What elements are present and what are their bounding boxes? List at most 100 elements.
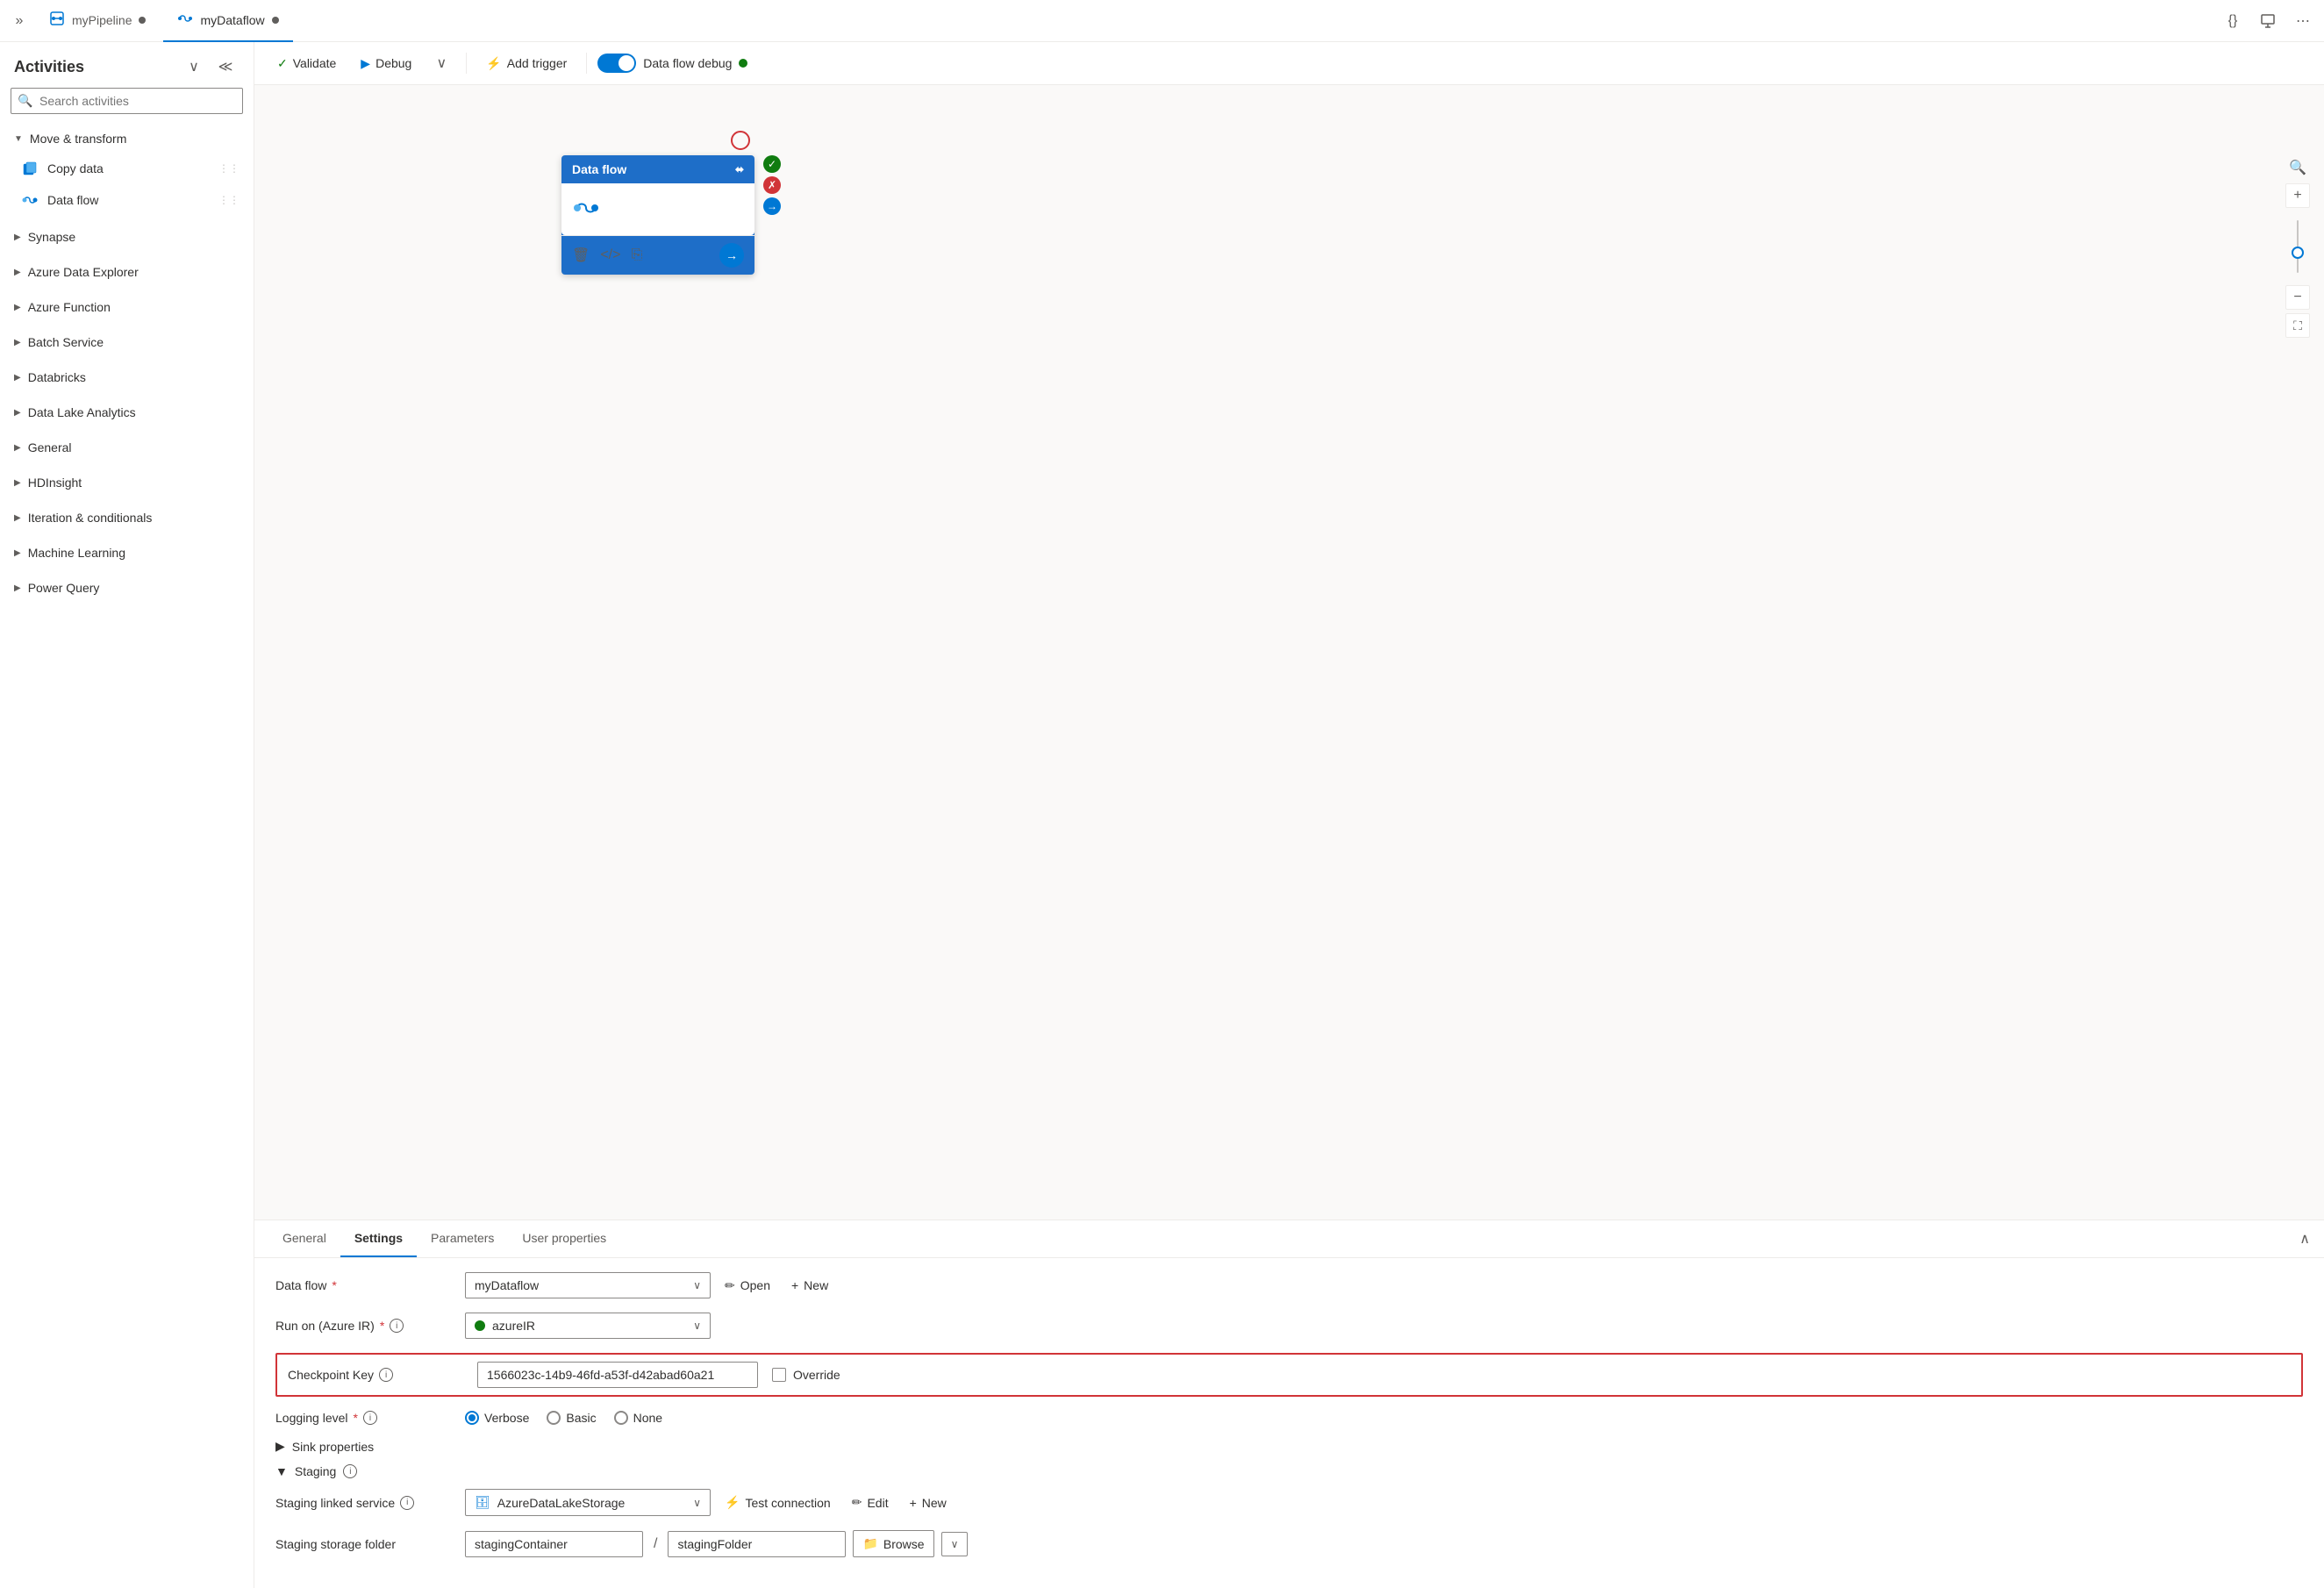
zoom-out-btn[interactable]: − [2285,285,2310,310]
radio-verbose[interactable]: Verbose [465,1411,529,1425]
section-batch-service: ▶ Batch Service [0,325,254,360]
section-azure-function-header[interactable]: ▶ Azure Function [0,293,254,321]
chevron-right-icon-11: ▶ [14,583,21,593]
staging-info-icon[interactable]: i [343,1464,357,1478]
tab-pipeline[interactable]: myPipeline [35,0,160,42]
add-trigger-label: Add trigger [507,56,567,70]
staging-toggle[interactable]: ▼ Staging i [275,1464,2303,1478]
connect-arrow-btn[interactable]: → [719,243,744,268]
edit-linked-btn[interactable]: ✏ Edit [845,1490,896,1515]
sidebar-search: 🔍 [11,88,243,114]
sidebar-item-data-flow[interactable]: Data flow ⋮⋮ [0,184,254,216]
red-indicator-circle [731,131,750,150]
staging-linked-value: AzureDataLakeStorage [497,1496,686,1510]
section-batch-service-header[interactable]: ▶ Batch Service [0,328,254,356]
zoom-thumb[interactable] [2292,247,2304,259]
radio-basic[interactable]: Basic [547,1411,596,1425]
chevron-right-icon-6: ▶ [14,408,21,418]
section-synapse-header[interactable]: ▶ Synapse [0,223,254,251]
test-connection-btn[interactable]: ⚡ Test connection [718,1490,838,1515]
zoom-in-btn[interactable]: + [2285,183,2310,208]
toolbar-sep-1 [466,53,467,74]
debug-dropdown-btn[interactable]: ∨ [427,49,455,77]
validate-label: Validate [293,56,337,70]
section-data-lake: ▶ Data Lake Analytics [0,395,254,430]
checkpoint-info-icon[interactable]: i [379,1368,393,1382]
staging-linked-select[interactable]: 🗄 AzureDataLakeStorage ∨ [465,1489,711,1516]
debug-btn[interactable]: ▶ Debug [352,51,420,76]
add-trigger-btn[interactable]: ⚡ Add trigger [477,51,576,76]
new-dataflow-btn[interactable]: + New [784,1273,835,1298]
run-on-info-icon[interactable]: i [390,1319,404,1333]
section-databricks-header[interactable]: ▶ Databricks [0,363,254,391]
section-general-header[interactable]: ▶ General [0,433,254,461]
logging-info-icon[interactable]: i [363,1411,377,1425]
section-hdinsight-header[interactable]: ▶ HDInsight [0,469,254,497]
sidebar-toggle[interactable]: » [7,9,32,33]
drag-handle-copy: ⋮⋮ [218,162,240,175]
tab-parameters[interactable]: Parameters [417,1220,508,1257]
dataflow-select[interactable]: myDataflow ∨ [465,1272,711,1298]
dataflow-debug-toggle[interactable] [597,54,636,73]
section-data-lake-header[interactable]: ▶ Data Lake Analytics [0,398,254,426]
radio-none[interactable]: None [614,1411,662,1425]
sink-properties-toggle[interactable]: ▶ Sink properties [275,1439,2303,1454]
node-status-icons: ✓ ✗ → [763,155,781,215]
zoom-search-icon[interactable]: 🔍 [2285,155,2310,180]
sidebar-item-copy-data[interactable]: Copy data ⋮⋮ [0,153,254,184]
tab-user-properties[interactable]: User properties [508,1220,620,1257]
pipeline-modified-dot [139,17,146,24]
dataflow-node[interactable]: Data flow ⬌ Data flow [561,155,754,275]
section-synapse: ▶ Synapse [0,219,254,254]
override-checkbox[interactable] [772,1368,786,1382]
new-linked-btn[interactable]: + New [903,1491,954,1515]
zoom-fullscreen-btn[interactable]: ⛶ [2285,313,2310,338]
browse-btn[interactable]: 📁 Browse [853,1530,933,1557]
delete-icon[interactable]: 🗑 [572,247,590,264]
copy-icon[interactable]: ⎘ [631,247,642,263]
tab-general[interactable]: General [268,1220,340,1257]
section-hdinsight-label: HDInsight [28,476,82,490]
section-power-query-header[interactable]: ▶ Power Query [0,574,254,602]
panel-collapse-btn[interactable]: ∧ [2299,1230,2310,1248]
staging-folder-input[interactable] [668,1531,846,1557]
section-iteration-header[interactable]: ▶ Iteration & conditionals [0,504,254,532]
dataflow-node-header: Data flow ⬌ [561,155,754,183]
toggle-knob [619,55,634,71]
parameters-tab-label: Parameters [431,1231,494,1245]
more-options-btn[interactable]: ⋯ [2289,7,2317,35]
minimize-icon[interactable]: ≪ [211,53,240,81]
validate-btn[interactable]: ✓ Validate [268,51,345,76]
open-external-icon[interactable]: ⬌ [735,163,744,175]
open-dataflow-btn[interactable]: ✏ Open [718,1273,777,1298]
open-label: Open [740,1278,770,1292]
settings-tab-label: Settings [354,1231,403,1245]
code-icon-btn[interactable]: {} [2219,7,2247,35]
tab-settings[interactable]: Settings [340,1220,417,1257]
debug-label: Debug [375,56,411,70]
staging-container-input[interactable] [465,1531,643,1557]
checkpoint-key-row: Checkpoint Key i Override [275,1353,2303,1397]
run-on-select[interactable]: azureIR ∨ [465,1313,711,1339]
checkpoint-key-input[interactable] [477,1362,758,1388]
tab-dataflow[interactable]: myDataflow [163,0,292,42]
pencil-icon-open: ✏ [725,1278,735,1293]
ir-status-dot [475,1320,485,1331]
section-move-transform-header[interactable]: ▼ Move & transform [0,125,254,153]
browse-dropdown-btn[interactable]: ∨ [941,1532,969,1556]
radio-verbose-label: Verbose [484,1411,529,1425]
dataflow-setting-row: Data flow * myDataflow ∨ ✏ Open [275,1272,2303,1298]
data-flow-label: Data flow [47,193,98,207]
monitor-icon-btn[interactable] [2254,7,2282,35]
search-input[interactable] [11,88,243,114]
code-view-icon[interactable]: </> [600,247,620,263]
main-layout: Activities ∨ ≪ 🔍 ▼ Move & transform [0,42,2324,1588]
canvas-content: Data flow ⬌ Data flow [254,85,2324,1220]
section-ml-header[interactable]: ▶ Machine Learning [0,539,254,567]
bottom-panel: General Settings Parameters User propert… [254,1220,2324,1588]
zoom-slider[interactable] [2297,211,2299,282]
staging-linked-info-icon[interactable]: i [400,1496,414,1510]
collapse-icon[interactable]: ∨ [180,53,208,81]
canvas-area[interactable]: Data flow ⬌ Data flow [254,85,2324,1220]
section-azure-explorer-header[interactable]: ▶ Azure Data Explorer [0,258,254,286]
